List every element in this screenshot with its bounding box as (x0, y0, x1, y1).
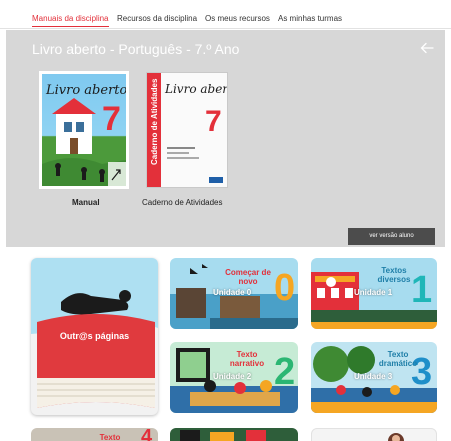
tile-unidade-6[interactable] (311, 428, 437, 441)
unit-label: Unidade 2 (213, 372, 252, 381)
manual-cover-art: Livro aberto 7 (42, 83, 126, 186)
tile-unidade-2[interactable]: 2 Texto narrativo Unidade 2 (170, 342, 298, 413)
tab-minhas-turmas[interactable]: As minhas turmas (278, 14, 342, 23)
tile-title: Outr@s páginas (59, 331, 130, 341)
unit-label: Unidade 1 (354, 288, 393, 297)
book-panel: Livro aberto - Português - 7.º Ano Livro… (6, 30, 445, 247)
tile-title: Texto dramático (378, 350, 418, 368)
manual-label: Manual (72, 198, 100, 207)
unidade-6-art (388, 433, 404, 441)
caderno-label: Caderno de Atividades (142, 198, 223, 207)
cover-grade-number: 7 (102, 100, 121, 138)
student-version-button[interactable]: ver versão aluno (348, 228, 435, 245)
tile-title: Textos diversos (377, 266, 411, 284)
tile-unidade-5[interactable] (170, 428, 298, 441)
top-nav: Manuais da disciplina Recursos da discip… (0, 0, 451, 29)
manual-cover[interactable]: Livro aberto 7 (39, 71, 129, 189)
tile-unidade-4[interactable]: Texto 4 (31, 428, 158, 441)
caderno-cover[interactable]: Caderno de Atividades Livro aberto 7 (146, 72, 228, 188)
app-root: Manuais da disciplina Recursos da discip… (0, 0, 451, 441)
tile-title: Começar de novo (225, 268, 271, 286)
unit-number: 2 (274, 351, 295, 393)
tile-outras-paginas[interactable]: Outr@s páginas (31, 258, 158, 415)
arrow-left-icon[interactable] (420, 41, 434, 55)
caderno-cover-art: Caderno de Atividades Livro aberto 7 (147, 73, 228, 187)
tile-unidade-3[interactable]: 3 Texto dramático Unidade 3 (311, 342, 437, 413)
tab-meus-recursos[interactable]: Os meus recursos (205, 14, 270, 23)
cover-title-text: Livro aberto (164, 82, 228, 96)
unit-number: 0 (274, 267, 295, 309)
unit-number: 4 (141, 428, 153, 441)
tile-unidade-1[interactable]: 1 Textos diversos Unidade 1 (311, 258, 437, 329)
page-title: Livro aberto - Português - 7.º Ano (32, 41, 240, 57)
tile-title: Texto (99, 433, 121, 441)
unidade-5-art (180, 430, 266, 441)
tab-recursos-disciplina[interactable]: Recursos da disciplina (117, 14, 197, 23)
tab-manuais-disciplina[interactable]: Manuais da disciplina (32, 14, 109, 27)
cover-title-text: Livro aberto (45, 83, 126, 98)
unit-label: Unidade 3 (354, 372, 393, 381)
tile-title: Texto narrativo (229, 350, 265, 368)
cover-side-text: Caderno de Atividades (150, 78, 159, 165)
unit-label: Unidade 0 (213, 288, 252, 297)
tile-unidade-0[interactable]: 0 Começar de novo Unidade 0 (170, 258, 298, 329)
cover-grade-number: 7 (205, 105, 222, 138)
